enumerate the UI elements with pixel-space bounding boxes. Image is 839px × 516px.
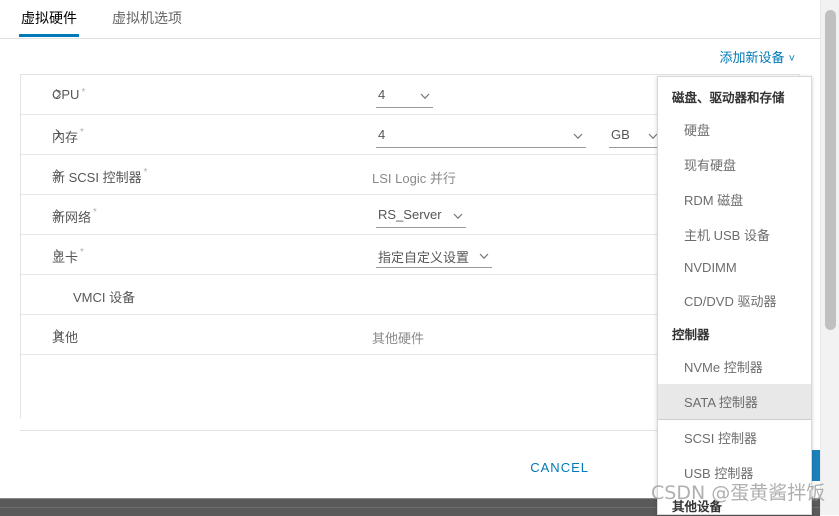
menu-item-usb-controller[interactable]: USB 控制器 <box>658 455 811 490</box>
menu-item-host-usb-device[interactable]: 主机 USB 设备 <box>658 217 811 252</box>
memory-size-value: 4 <box>378 127 386 142</box>
tab-vm-options[interactable]: 虚拟机选项 <box>110 8 184 37</box>
menu-group-controllers-title: 控制器 <box>672 328 710 342</box>
row-label-memory: 内存 * <box>52 127 84 145</box>
scsi-controller-value: LSI Logic 并行 <box>372 171 456 186</box>
other-value: 其他硬件 <box>372 331 425 346</box>
scrollbar-thumb[interactable] <box>825 10 836 330</box>
cpu-select-value: 4 <box>378 87 386 102</box>
chevron-down-icon <box>419 90 431 102</box>
video-card-select-value: 指定自定义设置 <box>378 250 470 265</box>
menu-group-other-devices-title: 其他设备 <box>672 500 723 514</box>
video-card-select[interactable]: 指定自定义设置 <box>376 246 492 268</box>
tab-bar: 虚拟硬件 虚拟机选项 <box>0 0 820 39</box>
chevron-down-icon <box>452 210 464 222</box>
network-select-value: RS_Server <box>378 207 442 222</box>
row-label-scsi-controller: 新 SCSI 控制器 * <box>52 167 148 185</box>
menu-item-scsi-controller[interactable]: SCSI 控制器 <box>658 420 811 455</box>
row-label-network: 新网络 * <box>52 207 97 225</box>
chevron-down-icon <box>478 250 490 262</box>
add-new-device-label: 添加新设备 <box>719 50 785 65</box>
menu-item-hard-disk[interactable]: 硬盘 <box>658 112 811 147</box>
menu-item-nvme-controller[interactable]: NVMe 控制器 <box>658 349 811 384</box>
chevron-down-icon <box>572 130 584 142</box>
chevron-down-icon: ˅ <box>788 53 795 65</box>
menu-item-sata-controller[interactable]: SATA 控制器 <box>658 384 811 420</box>
add-new-device-menu: 磁盘、驱动器和存储 硬盘 现有硬盘 RDM 磁盘 主机 USB 设备 NVDIM… <box>657 76 812 515</box>
row-label-other: 其他 <box>52 330 79 345</box>
menu-item-cd-dvd-drive[interactable]: CD/DVD 驱动器 <box>658 283 811 318</box>
memory-unit-value: GB <box>611 127 630 142</box>
cpu-select[interactable]: 4 <box>376 86 433 108</box>
memory-size-select[interactable]: 4 <box>376 126 586 148</box>
add-new-device-link[interactable]: 添加新设备 ˅ <box>720 47 795 66</box>
menu-item-rdm-disk[interactable]: RDM 磁盘 <box>658 182 811 217</box>
menu-item-existing-hard-disk[interactable]: 现有硬盘 <box>658 147 811 182</box>
page-scrollbar[interactable] <box>820 0 839 515</box>
tab-virtual-hardware[interactable]: 虚拟硬件 <box>19 8 79 37</box>
menu-group-storage-title: 磁盘、驱动器和存储 <box>672 91 785 105</box>
row-label-cpu: CPU * <box>52 87 86 102</box>
menu-item-nvdimm[interactable]: NVDIMM <box>658 252 811 283</box>
cancel-button[interactable]: CANCEL <box>524 456 595 479</box>
network-select[interactable]: RS_Server <box>376 206 466 228</box>
memory-unit-select[interactable]: GB <box>609 126 661 148</box>
row-label-vmci-device: VMCI 设备 <box>73 290 136 305</box>
row-label-video-card: 显卡 * <box>52 247 84 265</box>
